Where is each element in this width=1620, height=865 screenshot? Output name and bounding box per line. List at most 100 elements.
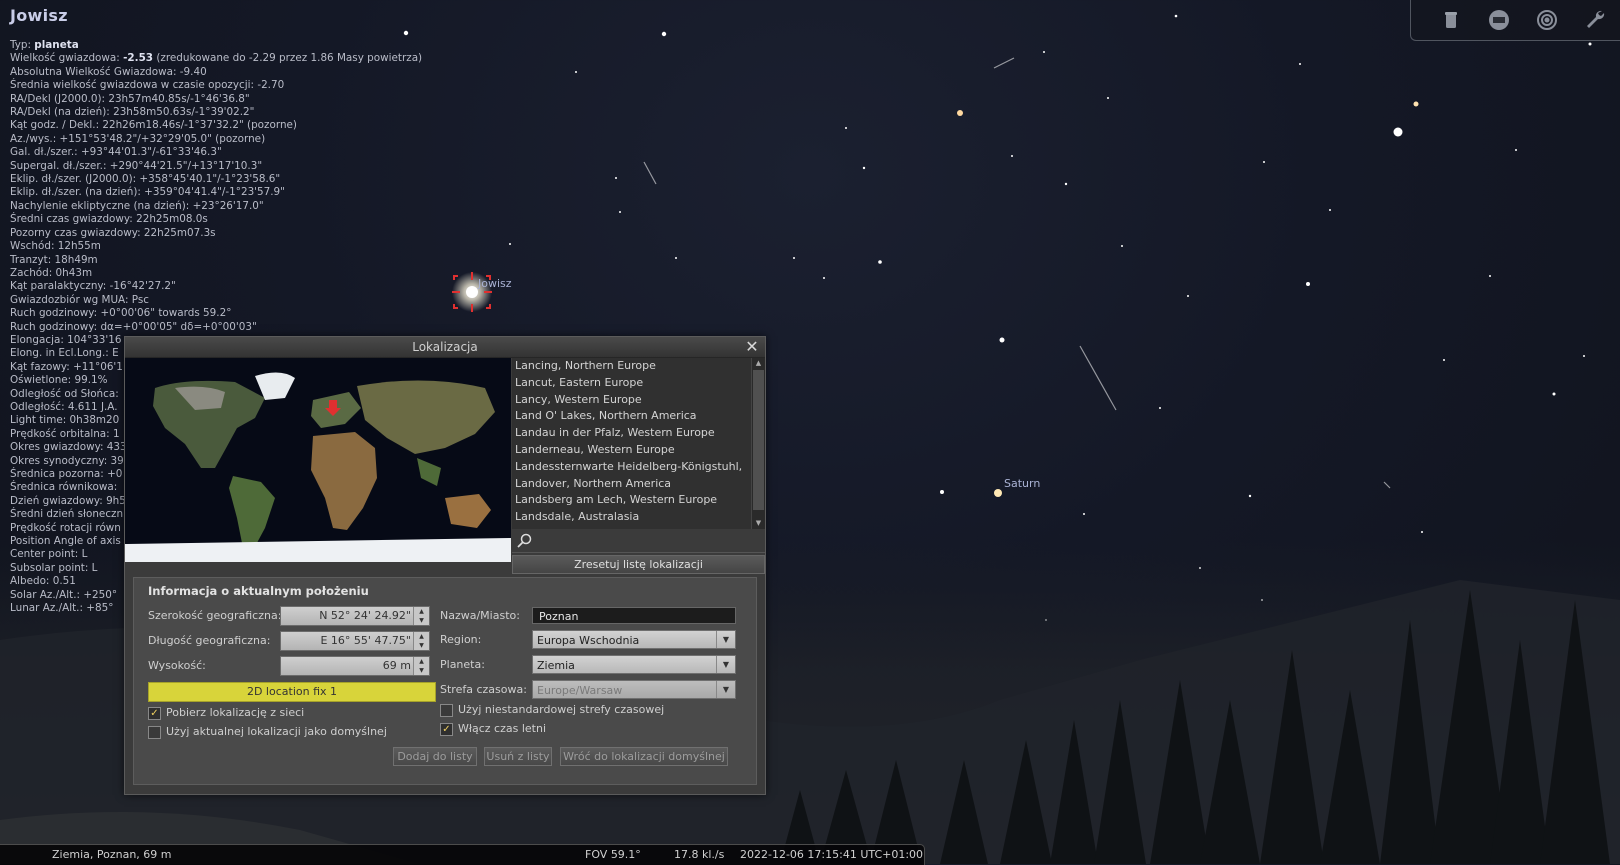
custom-timezone-checkbox[interactable] — [440, 704, 453, 717]
location-search — [512, 530, 765, 553]
current-location-info: Informacja o aktualnym położeniu Szeroko… — [133, 577, 757, 785]
object-info-line: Kąt godz. / Dekl.: 22h26m18.46s/-1°37'32… — [10, 119, 297, 132]
location-list-item[interactable]: Landau in der Pfalz, Western Europe — [512, 425, 743, 442]
increase-icon[interactable]: ▲ — [414, 657, 429, 666]
altitude-value: 69 m — [382, 659, 411, 672]
wrench-icon[interactable] — [1583, 8, 1607, 32]
scroll-down-icon[interactable]: ▼ — [752, 518, 765, 529]
increase-icon[interactable]: ▲ — [414, 607, 429, 616]
object-info-line: Średnia wielkość gwiazdowa w czasie opoz… — [10, 79, 285, 92]
fetch-location-label[interactable]: Pobierz lokalizację z sieci — [166, 706, 304, 719]
reset-location-list-button[interactable]: Zresetuj listę lokalizacji — [512, 555, 765, 574]
object-info-line: Wschód: 12h55m — [10, 240, 101, 253]
object-info-line: RA/Dekl (J2000.0): 23h57m40.85s/-1°46'36… — [10, 92, 250, 105]
location-list-item[interactable]: Landsdale, Australasia — [512, 509, 743, 526]
screen-icon[interactable] — [1487, 8, 1511, 32]
object-info-line: RA/Dekl (na dzień): 23h58m50.63s/-1°39'0… — [10, 106, 255, 119]
search-icon — [517, 533, 532, 548]
location-list-scrollbar[interactable]: ▲ ▼ — [751, 358, 765, 529]
location-list-item[interactable]: Land O' Lakes, Northern America — [512, 408, 743, 425]
location-list-item[interactable]: Landsberg am Lech, Western Europe — [512, 492, 743, 509]
timezone-value: Europe/Warsaw — [537, 684, 623, 697]
status-location[interactable]: Ziemia, Poznan, 69 m — [52, 848, 172, 861]
object-info-line: Tranzyt: 18h49m — [10, 253, 98, 266]
search-input[interactable] — [536, 532, 762, 552]
region-label: Region: — [440, 633, 482, 646]
chevron-down-icon: ▼ — [716, 631, 735, 648]
remove-from-list-button[interactable]: Usuń z listy — [484, 747, 552, 766]
jupiter-label[interactable]: Jowisz — [478, 277, 512, 290]
name-field[interactable]: Poznan — [532, 607, 736, 624]
custom-timezone-label[interactable]: Użyj niestandardowej strefy czasowej — [458, 703, 664, 716]
location-list-item[interactable]: Landshut, Western Europe — [512, 526, 743, 529]
longitude-spinbox[interactable]: E 16° 55' 47.75" ▲ ▼ — [280, 631, 430, 651]
scrollbar-thumb[interactable] — [753, 370, 764, 510]
latitude-value: N 52° 24' 24.92" — [319, 609, 411, 622]
object-info-line: Ruch godzinowy: dα=+0°00'05" dδ=+0°00'03… — [10, 320, 257, 333]
scroll-up-icon[interactable]: ▲ — [752, 358, 765, 369]
planet-value: Ziemia — [537, 659, 575, 672]
chevron-down-icon: ▼ — [716, 681, 735, 698]
object-info-line: Eklip. dł./szer. (J2000.0): +358°45'40.1… — [10, 173, 281, 186]
location-list-item[interactable]: Lancut, Eastern Europe — [512, 375, 743, 392]
timezone-select[interactable]: Europe/Warsaw ▼ — [532, 680, 736, 699]
region-value: Europa Wschodnia — [537, 634, 640, 647]
saturn — [994, 489, 1002, 497]
decrease-icon[interactable]: ▼ — [414, 666, 429, 675]
chevron-down-icon: ▼ — [716, 656, 735, 673]
longitude-label: Długość geograficzna: — [148, 634, 271, 647]
status-fov: FOV 59.1° — [585, 848, 641, 861]
use-as-default-label[interactable]: Użyj aktualnej lokalizacji jako domyślne… — [166, 725, 387, 738]
dialog-title: Lokalizacja — [412, 340, 478, 354]
increase-icon[interactable]: ▲ — [414, 632, 429, 641]
add-to-list-button[interactable]: Dodaj do listy — [393, 747, 477, 766]
trash-icon[interactable] — [1439, 8, 1463, 32]
location-list-item[interactable]: Lancing, Northern Europe — [512, 358, 743, 375]
object-info-line: Gwiazdozbiór wg MUA: Psc — [10, 293, 149, 306]
object-info-line: Typ: planeta — [10, 39, 79, 51]
name-label: Nazwa/Miasto: — [440, 609, 520, 622]
decrease-icon[interactable]: ▼ — [414, 616, 429, 625]
object-info-line: Kąt paralaktyczny: -16°42'27.2" — [10, 280, 176, 293]
location-list-item[interactable]: Landover, Northern America — [512, 476, 743, 493]
info-header: Informacja o aktualnym położeniu — [148, 584, 369, 598]
location-dialog: Lokalizacja ✕ Lancing, Northern Europe L… — [124, 336, 766, 795]
latitude-spinbox[interactable]: N 52° 24' 24.92" ▲ ▼ — [280, 606, 430, 626]
timezone-label: Strefa czasowa: — [440, 683, 527, 696]
gps-location-button[interactable]: 2D location fix 1 — [148, 682, 436, 702]
latitude-label: Szerokość geograficzna: — [148, 609, 282, 622]
dst-label[interactable]: Włącz czas letni — [458, 722, 546, 735]
back-to-default-button[interactable]: Wróć do lokalizacji domyślnej — [560, 747, 728, 766]
planet-label: Planeta: — [440, 658, 485, 671]
status-fps: 17.8 kl./s — [674, 848, 725, 861]
fetch-location-checkbox[interactable]: ✓ — [148, 707, 161, 720]
location-list-item[interactable]: Landessternwarte Heidelberg-Königstuhl,.… — [512, 459, 743, 476]
saturn-label[interactable]: Saturn — [1004, 477, 1040, 490]
object-info-line: Absolutna Wielkość Gwiazdowa: -9.40 — [10, 65, 207, 78]
dialog-titlebar[interactable]: Lokalizacja ✕ — [125, 337, 765, 358]
altitude-spinbox[interactable]: 69 m ▲ ▼ — [280, 656, 430, 676]
location-list[interactable]: Lancing, Northern Europe Lancut, Eastern … — [512, 358, 765, 529]
object-info-line: Eklip. dł./szer. (na dzień): +359°04'41.… — [10, 186, 285, 199]
decrease-icon[interactable]: ▼ — [414, 641, 429, 650]
location-list-item[interactable]: Lancy, Western Europe — [512, 392, 743, 409]
world-map[interactable] — [125, 358, 511, 562]
object-info-line: Średni czas gwiazdowy: 22h25m08.0s — [10, 213, 208, 226]
object-name: Jowisz — [10, 6, 68, 25]
region-select[interactable]: Europa Wschodnia ▼ — [532, 630, 736, 649]
object-info-line: Az./wys.: +151°53'48.2"/+32°29'05.0" (po… — [10, 132, 266, 145]
planet-select[interactable]: Ziemia ▼ — [532, 655, 736, 674]
status-datetime[interactable]: 2022-12-06 17:15:41 UTC+01:00 — [740, 848, 923, 861]
target-icon[interactable] — [1535, 8, 1559, 32]
object-info-line: Supergal. dł./szer.: +290°44'21.5"/+13°1… — [10, 159, 263, 172]
use-as-default-checkbox[interactable] — [148, 726, 161, 739]
top-right-toolbar — [1410, 0, 1620, 41]
altitude-label: Wysokość: — [148, 659, 206, 672]
close-icon[interactable]: ✕ — [743, 338, 761, 356]
object-info-line: Wielkość gwiazdowa: -2.53 (zredukowane d… — [10, 52, 423, 65]
status-bar: Ziemia, Poznan, 69 m FOV 59.1° 17.8 kl./… — [0, 844, 925, 865]
dst-checkbox[interactable]: ✓ — [440, 723, 453, 736]
object-info-line: Ruch godzinowy: +0°00'06" towards 59.2° — [10, 307, 232, 320]
location-list-item[interactable]: Landerneau, Western Europe — [512, 442, 743, 459]
object-info-line: Nachylenie ekliptyczne (na dzień): +23°2… — [10, 199, 264, 212]
